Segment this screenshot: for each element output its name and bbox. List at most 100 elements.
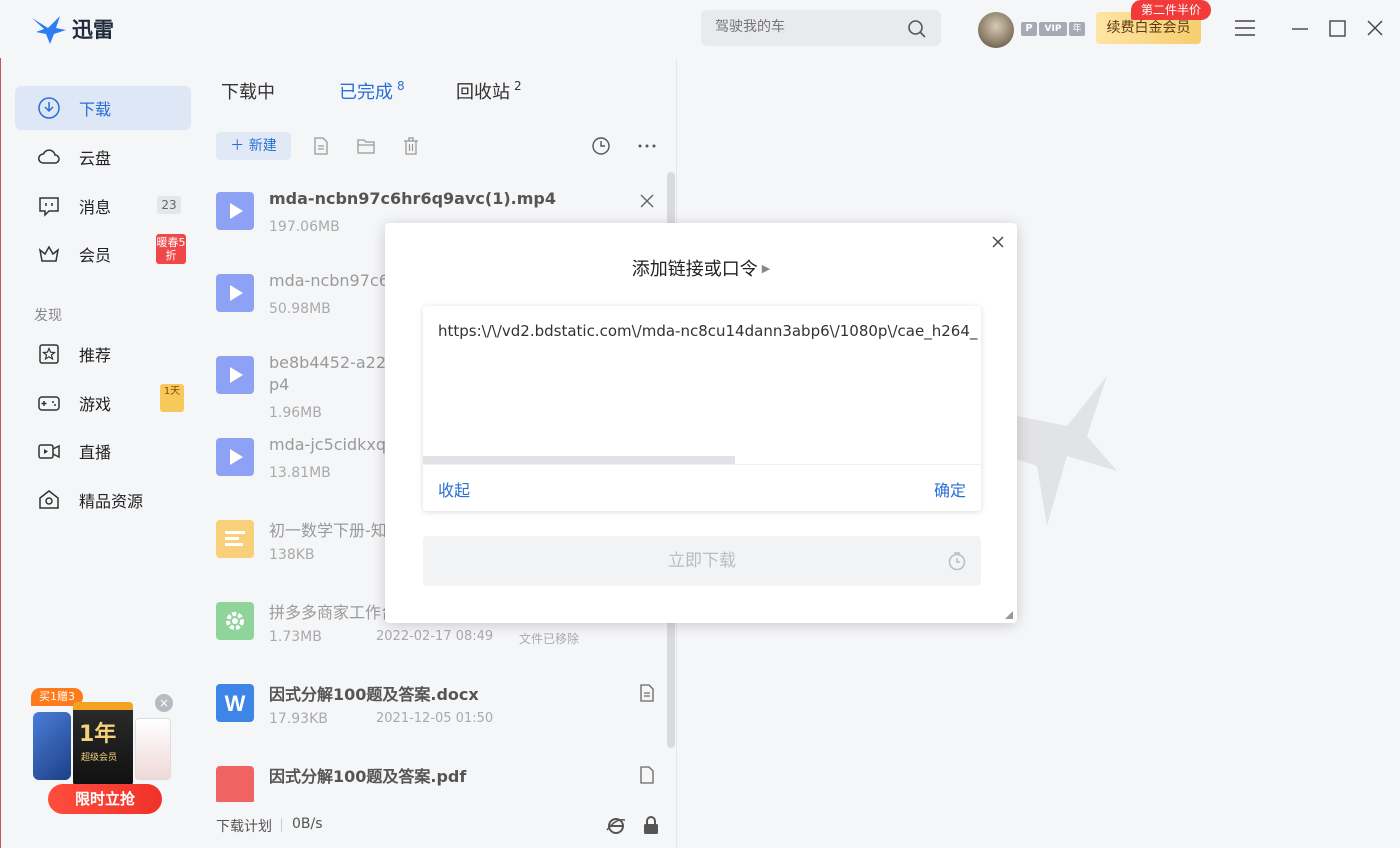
minimize-icon[interactable] [1290,18,1310,38]
collapse-button[interactable]: 收起 [438,477,470,501]
file-size: 1.73MB [269,629,322,645]
sidebar-item-label: 消息 [79,198,112,217]
video-file-icon [216,438,254,476]
sidebar-item-label: 精品资源 [79,492,144,511]
clock-icon[interactable] [591,136,611,156]
discover-section-title: 发现 [34,308,62,324]
file-name: 因式分解100题及答案.pdf [269,767,467,786]
status-bar: 下载计划 0B/s [201,802,677,848]
close-window-icon[interactable] [1365,18,1385,38]
close-icon[interactable] [638,192,656,210]
maximize-icon[interactable] [1328,18,1348,38]
vip-badge: VIP [1039,22,1067,36]
new-task-button[interactable]: ＋ 新建 [216,132,291,160]
file-name: 初一数学下册-知 [269,521,387,540]
search-icon[interactable] [907,19,927,39]
sidebar-item-recommend[interactable]: 推荐 [15,332,191,376]
search-input[interactable] [715,19,895,35]
svg-text:W: W [225,691,246,716]
search-box[interactable] [701,10,941,46]
video-file-icon [216,274,254,312]
confirm-button[interactable]: 确定 [934,477,966,501]
link-input-box[interactable]: https:\/\/vd2.bdstatic.com\/mda-nc8cu14d… [423,306,981,511]
title-bar: 迅雷 P VIP 年 续费白金会员 第二件半价 [0,0,1400,58]
phone-image [33,712,71,780]
sidebar-item-label: 会员 [79,246,112,265]
thunder-bird-icon [32,16,66,44]
tab-count: 8 [397,79,405,93]
promo-tag: 第二件半价 [1131,0,1211,20]
cloud-icon [38,149,60,164]
lock-icon[interactable] [642,815,660,835]
avatar[interactable] [978,12,1014,48]
file-name: mda-jc5cidkxq [269,435,387,454]
ad-close-icon[interactable]: × [155,694,173,712]
crown-icon [38,245,60,262]
sidebar-item-games[interactable]: 游戏 1天 [15,381,191,425]
download-plan-link[interactable]: 下载计划 [216,816,272,836]
download-now-button[interactable]: 立即下载 [423,536,981,586]
folder-icon[interactable] [356,136,376,156]
open-file-icon[interactable] [638,684,656,702]
sidebar-item-live[interactable]: 直播 [15,429,191,473]
document-file-icon [216,520,254,558]
list-item[interactable]: 因式分解100题及答案.pdf [201,746,677,802]
open-file-icon[interactable] [638,766,656,784]
file-date: 2022-02-17 08:49 [376,629,494,644]
spring-sale-badge: 暖春5折 [156,234,186,264]
file-status: 文件已移除 [519,632,580,646]
sidebar-item-member[interactable]: 会员 暖春5折 [15,232,191,276]
message-count-badge: 23 [157,196,181,214]
live-icon [38,444,60,459]
sidebar-item-cloud[interactable]: 云盘 [15,135,191,179]
sidebar-item-resources[interactable]: 精品资源 [15,478,191,522]
sidebar-item-download[interactable]: 下载 [15,86,191,130]
download-icon [38,97,60,119]
more-icon[interactable] [637,136,657,156]
sidebar-item-messages[interactable]: 消息 23 [15,184,191,228]
tab-recycle-bin[interactable]: 回收站 2 [456,78,522,104]
gamepad-icon [38,396,60,411]
file-name: mda-ncbn97c6hr6q9avc(1).mp4 [269,189,556,208]
word-file-icon: W [216,684,254,722]
p-badge: P [1021,22,1037,36]
divider [281,818,282,832]
dialog-title[interactable]: 添加链接或口令 ▶ [385,255,1017,281]
tab-label: 回收站 [456,82,510,103]
ad-super-text: 超级会员 [81,753,118,763]
file-size: 13.81MB [269,465,331,481]
horizontal-scrollbar[interactable] [423,456,735,464]
file-name: be8b4452-a220 [269,353,397,372]
app-logo: 迅雷 [30,14,114,44]
browser-icon[interactable] [606,816,626,836]
tab-label: 已完成 [339,82,393,103]
file-name: mda-ncbn97c6 [269,271,389,290]
file-size: 138KB [269,547,315,563]
promo-ad[interactable]: 买1赠3 × 1年 超级会员 限时立抢 [31,688,177,814]
tab-count: 2 [514,79,522,93]
video-file-icon [216,192,254,230]
file-size: 17.93KB [269,711,328,727]
file-name-wrap: p4 [269,375,290,394]
list-item[interactable]: W 因式分解100题及答案.docx 17.93KB 2021-12-05 01… [201,664,677,746]
divider [423,464,981,465]
exe-file-icon [216,602,254,640]
close-icon[interactable] [989,233,1007,251]
video-file-icon [216,356,254,394]
pdf-file-icon [216,766,254,802]
resize-grip[interactable] [1005,611,1013,619]
tab-label: 下载中 [221,82,275,103]
timer-icon[interactable] [947,551,967,571]
file-icon[interactable] [311,136,331,156]
sidebar-item-label: 推荐 [79,346,112,365]
dialog-title-text: 添加链接或口令 [631,259,758,280]
game-promo-badge: 1天 [160,384,184,412]
ad-buy-button[interactable]: 限时立抢 [48,784,162,814]
sidebar-item-label: 下载 [79,100,112,119]
menu-icon[interactable] [1234,18,1256,38]
link-textarea[interactable]: https:\/\/vd2.bdstatic.com\/mda-nc8cu14d… [438,322,978,340]
app-name: 迅雷 [72,18,114,42]
tab-completed[interactable]: 已完成 8 [339,78,405,104]
trash-icon[interactable] [401,136,421,156]
tab-downloading[interactable]: 下载中 [221,78,275,104]
